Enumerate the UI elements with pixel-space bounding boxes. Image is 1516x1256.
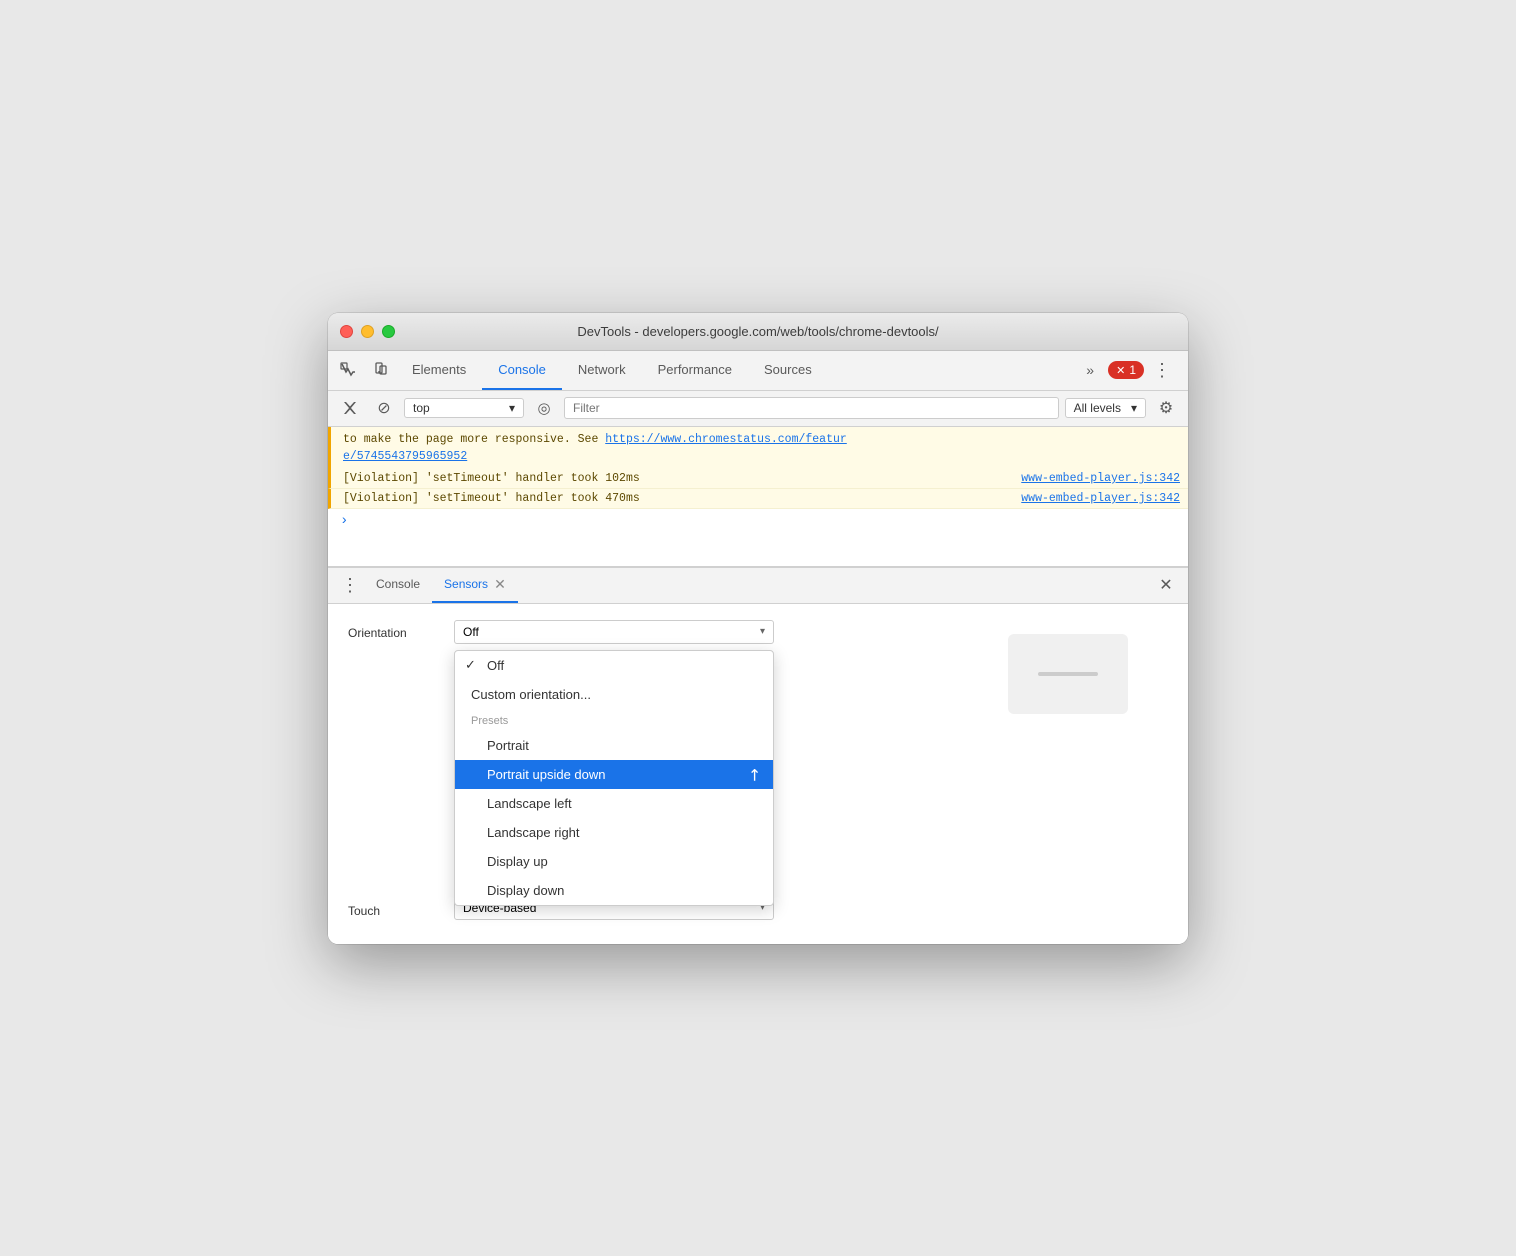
title-bar: DevTools - developers.google.com/web/too… bbox=[328, 313, 1188, 351]
orientation-selected-value: Off bbox=[463, 625, 479, 639]
console-output: to make the page more responsive. See ht… bbox=[328, 427, 1188, 567]
dropdown-item-custom[interactable]: Custom orientation... bbox=[455, 680, 773, 709]
dropdown-item-landscape-right[interactable]: Landscape right bbox=[455, 818, 773, 847]
filter-input[interactable] bbox=[564, 397, 1059, 419]
bottom-tab-menu[interactable]: ⋮ bbox=[336, 571, 364, 599]
window-title: DevTools - developers.google.com/web/too… bbox=[577, 324, 938, 339]
context-value: top bbox=[413, 401, 430, 415]
console-toolbar: ⊘ top ▾ ◎ All levels ▾ ⚙ bbox=[328, 391, 1188, 427]
close-bottom-panel[interactable]: ✕ bbox=[1152, 571, 1180, 599]
tab-sources[interactable]: Sources bbox=[748, 351, 828, 390]
violation-row-2: [Violation] 'setTimeout' handler took 47… bbox=[328, 489, 1188, 509]
warning-link[interactable]: https://www.chromestatus.com/featur bbox=[605, 433, 847, 446]
tab-console[interactable]: Console bbox=[482, 351, 562, 390]
console-prompt-line: › bbox=[328, 509, 1188, 533]
dropdown-item-display-down[interactable]: Display down bbox=[455, 876, 773, 905]
dropdown-item-display-up[interactable]: Display up bbox=[455, 847, 773, 876]
presets-header: Presets bbox=[455, 709, 773, 731]
violation-link-2[interactable]: www-embed-player.js:342 bbox=[1021, 492, 1180, 505]
devtools-tab-bar: Elements Console Network Performance Sou… bbox=[328, 351, 1188, 391]
bottom-tab-console[interactable]: Console bbox=[364, 568, 432, 603]
close-button[interactable] bbox=[340, 325, 353, 338]
bottom-tab-bar: ⋮ Console Sensors ✕ ✕ bbox=[328, 568, 1188, 604]
traffic-lights bbox=[340, 325, 395, 338]
orientation-dropdown-container: Off ▾ Off Custom orientation... Presets bbox=[454, 620, 774, 644]
violation-link-1[interactable]: www-embed-player.js:342 bbox=[1021, 472, 1180, 485]
orientation-dropdown-menu: Off Custom orientation... Presets Portra… bbox=[454, 650, 774, 906]
orientation-label: Orientation bbox=[348, 620, 438, 640]
orientation-select[interactable]: Off ▾ bbox=[454, 620, 774, 644]
dropdown-item-portrait-upside-down[interactable]: Portrait upside down ↖ bbox=[455, 760, 773, 789]
devtools-window: DevTools - developers.google.com/web/too… bbox=[328, 313, 1188, 944]
tab-close-sensors[interactable]: ✕ bbox=[494, 576, 506, 593]
sensors-panel: Orientation Off ▾ Off Custom orientation… bbox=[328, 604, 1188, 944]
console-prompt-arrow: › bbox=[340, 513, 348, 529]
dropdown-item-off[interactable]: Off bbox=[455, 651, 773, 680]
minimize-button[interactable] bbox=[361, 325, 374, 338]
console-warning-line: to make the page more responsive. See ht… bbox=[328, 427, 1188, 470]
dropdown-item-portrait[interactable]: Portrait bbox=[455, 731, 773, 760]
tab-performance[interactable]: Performance bbox=[642, 351, 748, 390]
inspect-icon-btn[interactable] bbox=[332, 354, 364, 386]
warning-text-part1: to make the page more responsive. See bbox=[343, 433, 605, 446]
bottom-tab-sensors[interactable]: Sensors ✕ bbox=[432, 568, 518, 603]
block-button[interactable]: ⊘ bbox=[370, 394, 398, 422]
error-icon: ✕ bbox=[1116, 364, 1125, 377]
devtools-menu-button[interactable]: ⋮ bbox=[1148, 356, 1176, 384]
sensor-visual-inner bbox=[1038, 672, 1098, 676]
violation-text-2: [Violation] 'setTimeout' handler took 47… bbox=[343, 492, 640, 505]
cursor-icon: ↖ bbox=[742, 763, 766, 787]
bottom-panel: ⋮ Console Sensors ✕ ✕ Orientation Off ▾ bbox=[328, 567, 1188, 944]
device-icon-btn[interactable] bbox=[364, 354, 396, 386]
error-count: 1 bbox=[1129, 363, 1136, 377]
level-selector[interactable]: All levels ▾ bbox=[1065, 398, 1146, 418]
maximize-button[interactable] bbox=[382, 325, 395, 338]
violation-text-1: [Violation] 'setTimeout' handler took 10… bbox=[343, 472, 640, 485]
orientation-chevron: ▾ bbox=[760, 626, 765, 637]
main-tabs: Elements Console Network Performance Sou… bbox=[396, 351, 1076, 390]
tab-elements[interactable]: Elements bbox=[396, 351, 482, 390]
settings-button[interactable]: ⚙ bbox=[1152, 394, 1180, 422]
context-chevron: ▾ bbox=[509, 401, 515, 415]
violation-row-1: [Violation] 'setTimeout' handler took 10… bbox=[328, 469, 1188, 489]
dropdown-item-landscape-left[interactable]: Landscape left bbox=[455, 789, 773, 818]
more-tabs-button[interactable]: » bbox=[1076, 356, 1104, 384]
orientation-row: Orientation Off ▾ Off Custom orientation… bbox=[348, 620, 1168, 644]
level-value: All levels bbox=[1074, 401, 1121, 415]
touch-label: Touch bbox=[348, 898, 438, 918]
context-selector[interactable]: top ▾ bbox=[404, 398, 524, 418]
error-badge[interactable]: ✕ 1 bbox=[1108, 361, 1144, 379]
sensor-visual bbox=[1008, 634, 1128, 714]
clear-console-button[interactable] bbox=[336, 394, 364, 422]
eye-button[interactable]: ◎ bbox=[530, 394, 558, 422]
warning-link-cont[interactable]: e/5745543795965952 bbox=[343, 450, 467, 463]
tab-network[interactable]: Network bbox=[562, 351, 642, 390]
tabs-right-actions: » ✕ 1 ⋮ bbox=[1076, 356, 1184, 384]
level-chevron: ▾ bbox=[1131, 401, 1137, 415]
